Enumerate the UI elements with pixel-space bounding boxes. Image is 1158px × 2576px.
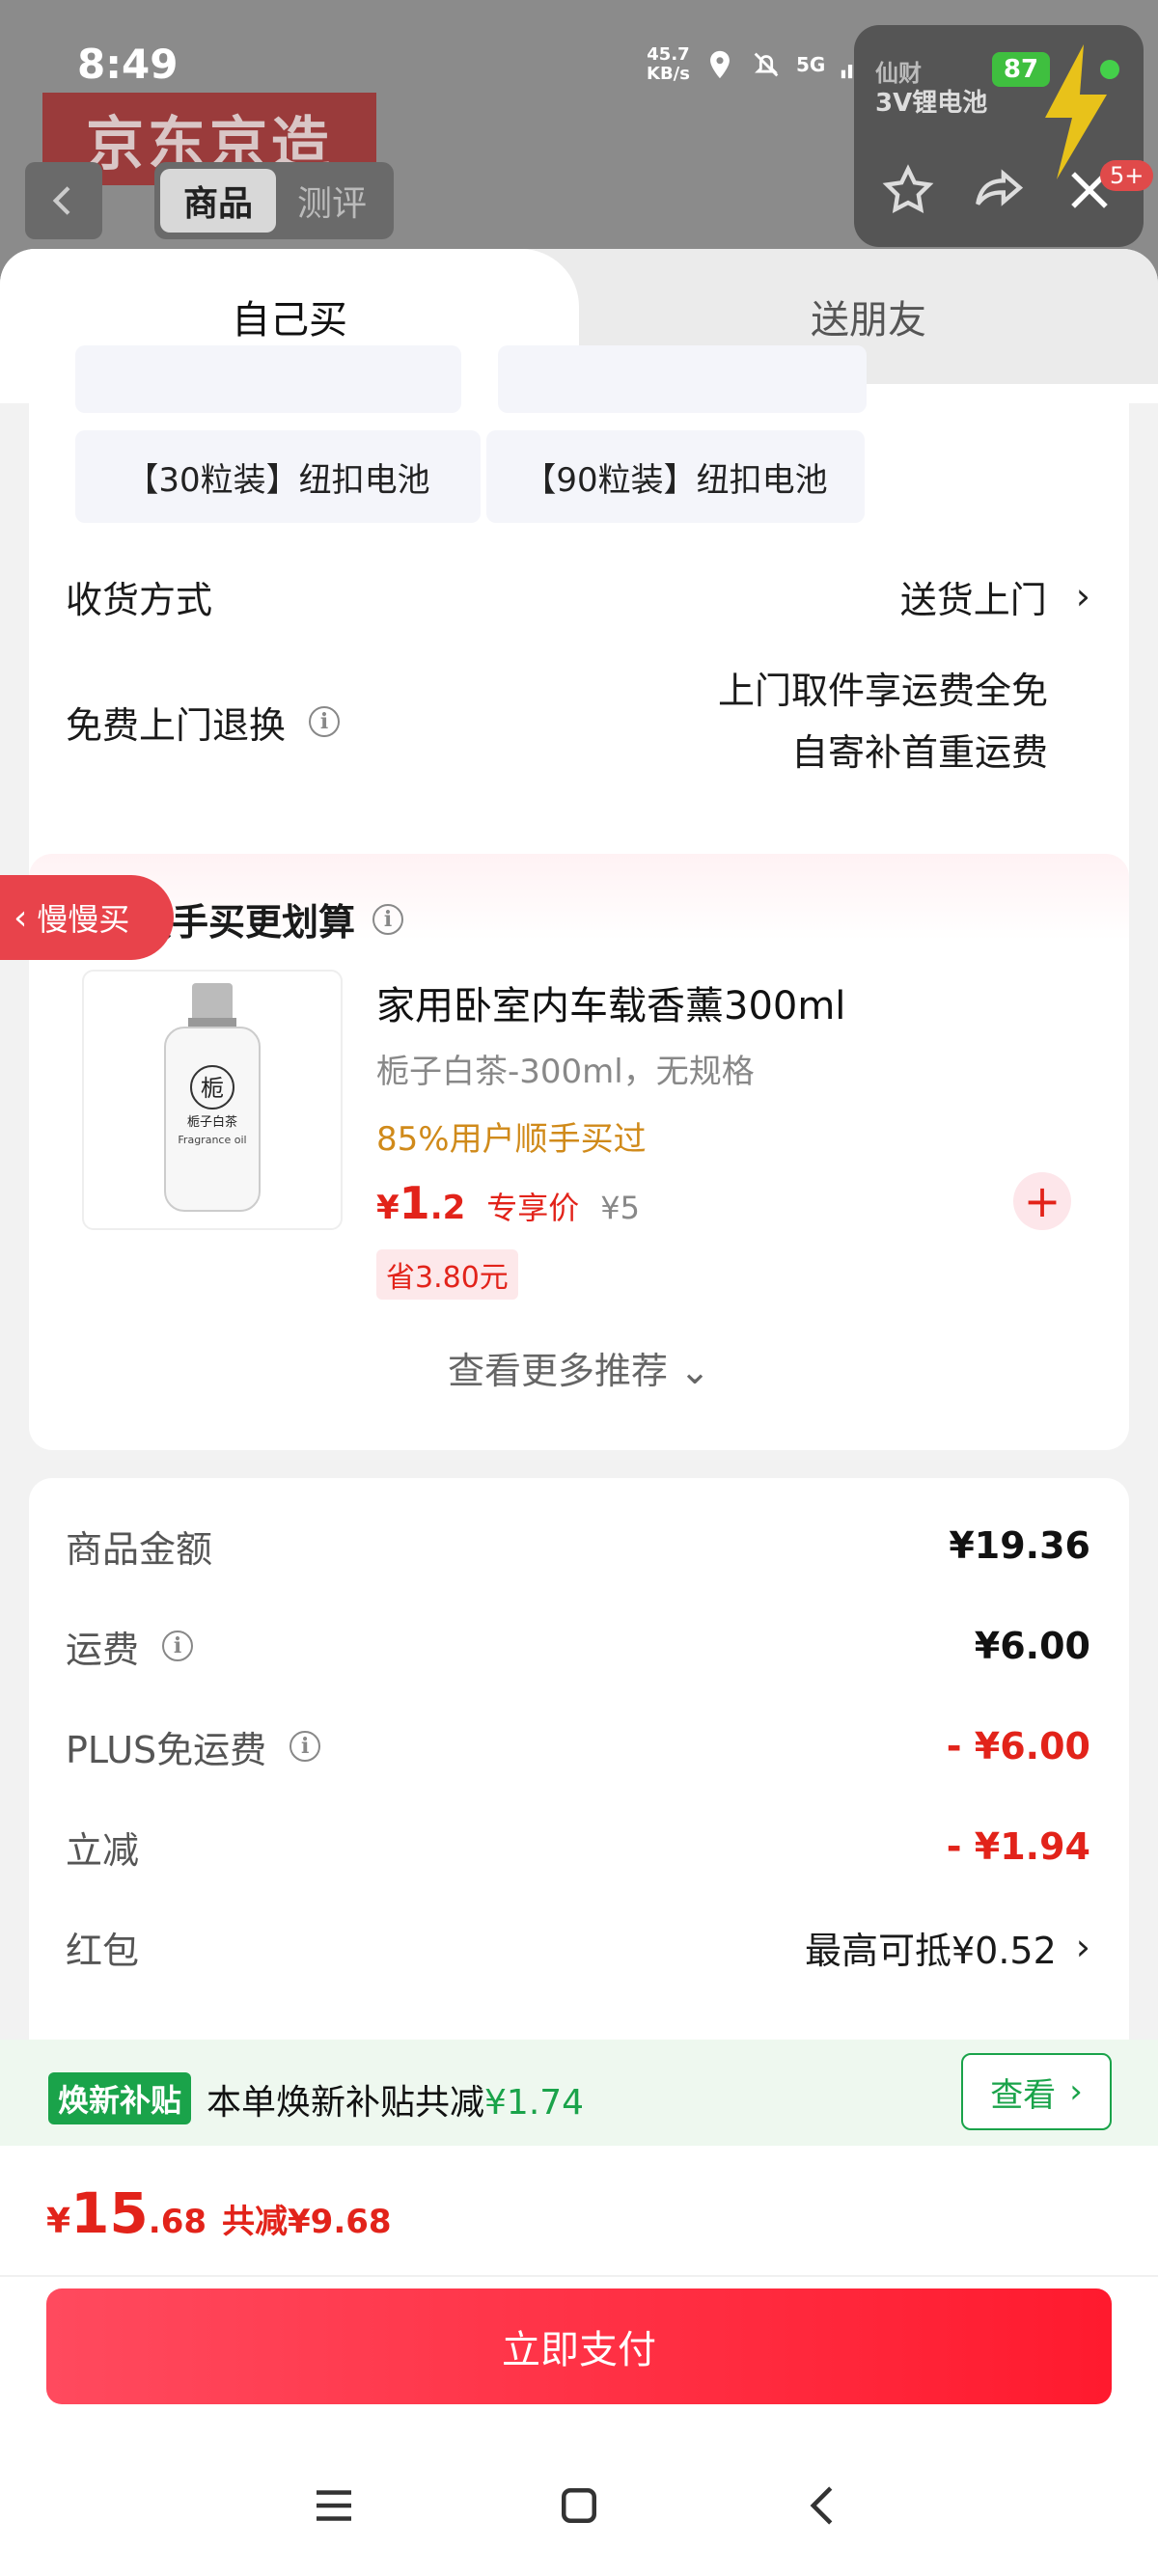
option-partial-2[interactable] xyxy=(498,345,867,413)
network-label: 5G xyxy=(795,53,826,76)
chevron-right-icon: › xyxy=(1069,2072,1083,2111)
product-title[interactable]: 家用卧室内车载香薰300ml xyxy=(376,974,845,1030)
menu-icon[interactable] xyxy=(308,2480,360,2532)
info-icon[interactable]: i xyxy=(290,1731,321,1762)
back-nav-icon[interactable] xyxy=(798,2480,850,2532)
option-30-pack[interactable]: 【30粒装】纽扣电池 xyxy=(75,430,481,523)
tab-review[interactable]: 测评 xyxy=(276,169,388,233)
tab-product[interactable]: 商品 xyxy=(160,169,276,233)
net-speed: 45.7 KB/s xyxy=(647,44,690,84)
share-icon[interactable] xyxy=(971,162,1027,218)
save-badge: 省3.80元 xyxy=(376,1249,518,1300)
product-spec: 栀子白茶-300ml，无规格 xyxy=(376,1053,755,1091)
home-icon[interactable] xyxy=(553,2480,605,2532)
status-time: 8:49 xyxy=(77,41,179,88)
exclusive-price-label: 专享价 xyxy=(486,1190,580,1226)
privacy-dot xyxy=(1100,60,1119,79)
red-packet-row[interactable]: 红包 最高可抵¥0.52 › xyxy=(66,1918,1090,1976)
addon-heading: 顺手买更划算 i xyxy=(135,892,404,945)
chevron-left-icon: ‹ xyxy=(14,897,28,938)
chevron-left-icon xyxy=(52,186,70,215)
total-price: ¥ 15 .68 共减¥9.68 xyxy=(46,2180,392,2246)
chevron-right-icon: › xyxy=(1075,1926,1090,1968)
status-icons: 45.7 KB/s 5G xyxy=(647,41,871,89)
addon-card: 顺手买更划算 i 栀 栀子白茶 Fragrance oil 家用卧室内车载香薰3… xyxy=(29,854,1129,1450)
info-icon[interactable]: i xyxy=(372,903,404,935)
bought-rate: 85%用户顺手买过 xyxy=(376,1120,647,1159)
subsidy-text: 本单焕新补贴共减¥1.74 xyxy=(207,2083,585,2123)
svg-text:栀子白茶: 栀子白茶 xyxy=(187,1114,237,1130)
chevron-right-icon: › xyxy=(1075,575,1090,617)
delivery-label: 收货方式 xyxy=(66,578,213,621)
total-reduction: 共减¥9.68 xyxy=(222,2203,392,2241)
option-90-pack[interactable]: 【90粒装】纽扣电池 xyxy=(486,430,865,523)
svg-text:栀: 栀 xyxy=(201,1075,224,1102)
summary-row: PLUS免运费 i - ¥6.00 xyxy=(66,1725,1090,1771)
subsidy-badge: 焕新补贴 xyxy=(48,2072,192,2124)
free-return-row: 免费上门退换 i 上门取件享运费全免 自寄补首重运费 xyxy=(66,659,1090,784)
more-recommendations-link[interactable]: 查看更多推荐 ⌄ xyxy=(29,1341,1129,1394)
notification-badge: 5+ xyxy=(1100,160,1154,191)
product-review-switch: 商品 测评 xyxy=(154,162,394,239)
return-line-1: 上门取件享运费全免 xyxy=(717,670,1048,712)
price-summary-card: 商品金额 ¥19.36 运费 i ¥6.00 PLUS免运费 i - ¥6.00 立… xyxy=(29,1478,1129,2076)
delivery-value: 送货上门 xyxy=(899,578,1047,621)
option-partial-1[interactable] xyxy=(75,345,461,413)
delivery-row[interactable]: 收货方式 送货上门 › xyxy=(66,567,1090,625)
info-icon[interactable]: i xyxy=(162,1631,194,1661)
back-button[interactable] xyxy=(25,162,102,239)
summary-row: 运费 i ¥6.00 xyxy=(66,1625,1090,1671)
svg-text:Fragrance oil: Fragrance oil xyxy=(178,1134,246,1146)
top-actions xyxy=(880,162,1117,218)
battery-indicator: 87 xyxy=(992,52,1050,87)
summary-row: 立减 - ¥1.94 xyxy=(66,1825,1090,1872)
subsidy-view-button[interactable]: 查看 › xyxy=(961,2053,1112,2130)
product-price: ¥1 .2 专享价 ¥5 xyxy=(376,1177,640,1229)
location-icon xyxy=(710,50,730,79)
star-icon[interactable] xyxy=(880,162,936,218)
info-icon[interactable]: i xyxy=(309,706,341,737)
manmanmai-side-tag[interactable]: ‹ 慢慢买 xyxy=(0,875,174,960)
subsidy-banner: 焕新补贴 本单焕新补贴共减¥1.74 查看 › xyxy=(0,2040,1158,2146)
mute-bell-icon xyxy=(754,52,779,77)
system-nav-bar xyxy=(0,2435,1158,2576)
pay-now-button[interactable]: 立即支付 xyxy=(46,2288,1112,2404)
product-image[interactable]: 栀 栀子白茶 Fragrance oil xyxy=(82,970,343,1230)
free-return-label: 免费上门退换 xyxy=(66,703,287,747)
summary-row: 商品金额 ¥19.36 xyxy=(66,1524,1090,1571)
checkout-bar: ¥ 15 .68 共减¥9.68 立即支付 xyxy=(0,2146,1158,2576)
return-line-2: 自寄补首重运费 xyxy=(790,731,1048,774)
background-product-page: 京东京造 8:49 45.7 KB/s 5G 仙财 3V锂电池 87 商品 测评… xyxy=(0,0,1158,289)
old-price: ¥5 xyxy=(600,1190,640,1226)
add-to-order-button[interactable]: + xyxy=(1013,1172,1071,1230)
